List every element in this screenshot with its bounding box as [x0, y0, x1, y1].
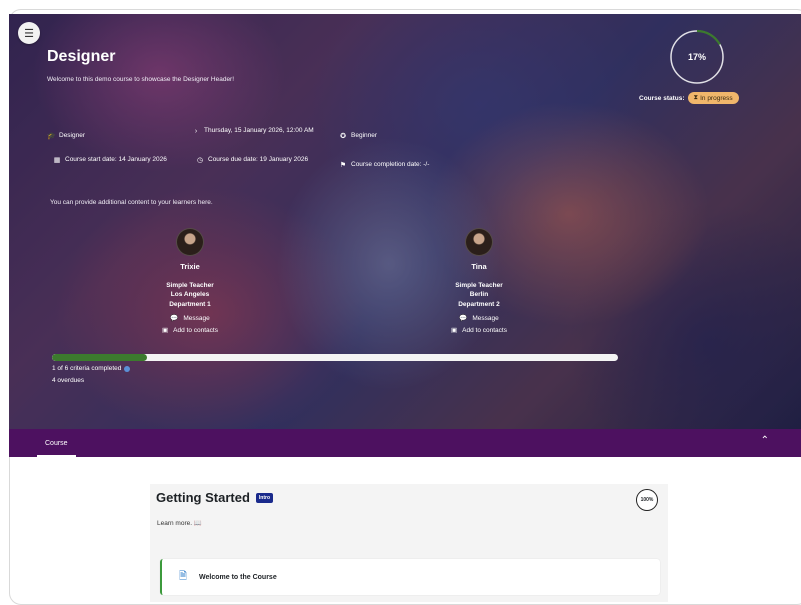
- clock-icon: ◷: [196, 157, 204, 164]
- add-to-contacts-link[interactable]: ▣ Add to contacts: [419, 326, 539, 335]
- activity-label[interactable]: Welcome to the Course: [199, 574, 277, 581]
- graduation-cap-icon: 🎓: [47, 133, 56, 140]
- contact-role: Simple Teacher: [455, 282, 503, 289]
- course-section: Getting Started Intro 100% Learn more. 📖…: [150, 484, 668, 602]
- chat-bubble-icon: 💬: [170, 315, 179, 323]
- address-card-icon: ▣: [162, 327, 169, 335]
- course-title: Designer: [47, 48, 116, 65]
- additional-content: You can provide additional content to yo…: [50, 199, 213, 206]
- message-link[interactable]: 💬 Message: [419, 314, 539, 323]
- message-link[interactable]: 💬 Message: [130, 314, 250, 323]
- meta-start-date: ▦ Course start date: 14 January 2026: [53, 156, 167, 164]
- status-badge: ⧗ In progress: [687, 92, 739, 104]
- criteria-progress-bar: [52, 354, 618, 361]
- address-card-icon: ▣: [451, 327, 458, 335]
- meta-level: ✪ Beginner: [340, 132, 378, 140]
- status-value: In progress: [700, 94, 733, 102]
- add-to-contacts-link[interactable]: ▣ Add to contacts: [130, 326, 250, 335]
- status-label: Course status:: [639, 94, 685, 102]
- course-status: Course status: ⧗ In progress: [639, 92, 739, 104]
- chevron-double-up-icon[interactable]: ⌃: [761, 435, 769, 446]
- award-icon: ✪: [340, 133, 346, 140]
- course-navigation: Course ⌃: [9, 429, 801, 457]
- course-subtitle: Welcome to this demo course to showcase …: [47, 76, 235, 83]
- contact-city: Berlin: [469, 291, 489, 299]
- section-title: Getting Started Intro: [156, 490, 274, 505]
- contact-name: Trixie: [180, 262, 200, 271]
- meta-due-date: ◷ Course due date: 19 January 2026: [196, 156, 309, 164]
- document-icon: 🗎: [179, 570, 188, 582]
- meta-category: 🎓 Designer: [47, 132, 86, 140]
- section-completion-badge: 100%: [636, 489, 658, 511]
- chat-bubble-icon: 💬: [459, 315, 468, 323]
- info-icon[interactable]: [124, 365, 131, 372]
- tab-course[interactable]: Course: [37, 429, 76, 457]
- course-progress-percent: 17%: [687, 52, 706, 62]
- contact-name: Tina: [471, 262, 487, 271]
- drawer-toggle-icon[interactable]: ☰: [18, 22, 40, 44]
- chevron-right-icon: ›: [194, 128, 198, 135]
- criteria-progress-fill: [52, 354, 147, 361]
- contact-card: Trixie Simple Teacher Los Angeles Depart…: [130, 228, 250, 334]
- contact-city: Los Angeles: [170, 291, 210, 299]
- course-progress-ring: 17%: [668, 28, 726, 86]
- flag-icon: ⚑: [339, 162, 347, 169]
- contact-role: Simple Teacher: [166, 282, 214, 289]
- course-header: Designer Welcome to this demo course to …: [9, 14, 801, 429]
- contact-card: Tina Simple Teacher Berlin Department 2 …: [419, 228, 539, 334]
- criteria-completed[interactable]: 1 of 6 criteria completed: [52, 365, 131, 372]
- meta-datetime: › Thursday, 15 January 2026, 12:00 AM: [192, 127, 322, 136]
- intro-badge: Intro: [255, 492, 274, 503]
- calendar-icon: ▦: [53, 157, 61, 164]
- contact-department: Department 2: [458, 300, 500, 308]
- overdues-count: 4 overdues: [52, 377, 85, 384]
- contact-department: Department 1: [169, 300, 211, 308]
- meta-completion-date: ⚑ Course completion date: -/-: [339, 161, 430, 169]
- activity-item[interactable]: 🗎 Welcome to the Course: [160, 559, 660, 595]
- avatar: [465, 228, 493, 256]
- avatar: [176, 228, 204, 256]
- hourglass-icon: ⧗: [693, 94, 699, 101]
- learn-more-text[interactable]: Learn more. 📖: [157, 519, 202, 527]
